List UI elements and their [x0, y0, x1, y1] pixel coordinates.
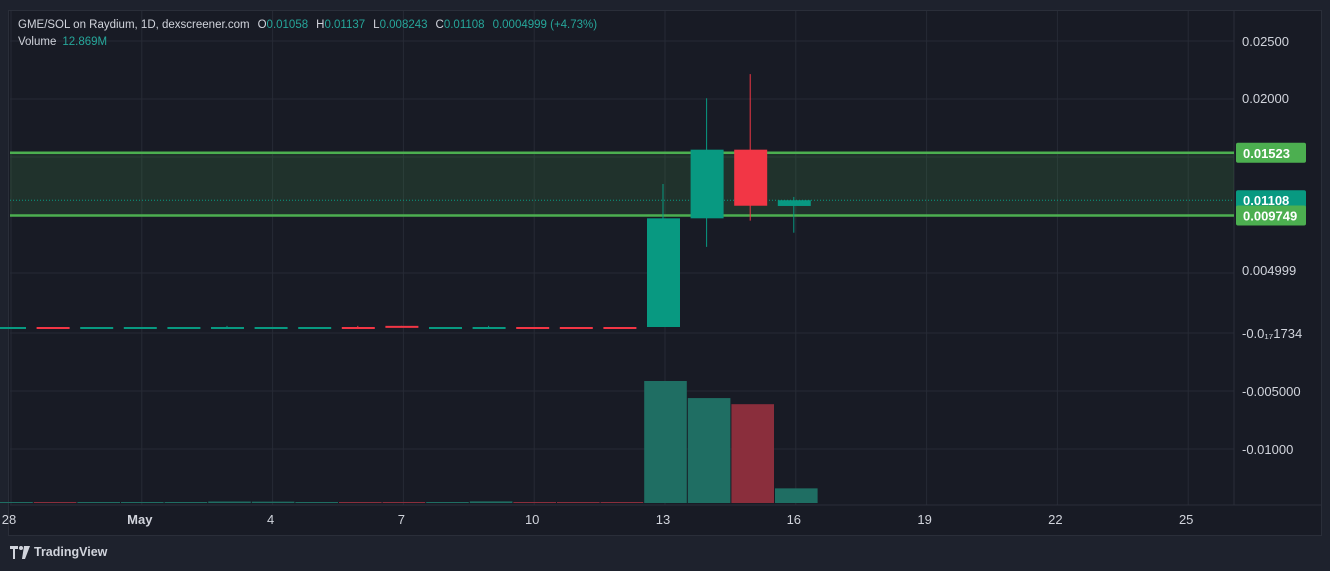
chart-legend: GME/SOL on Raydium, 1D, dexscreener.com … — [18, 17, 597, 51]
candle-body-11[interactable] — [472, 327, 506, 329]
candle-body-10[interactable] — [429, 327, 462, 329]
volume-bar-17 — [731, 404, 774, 503]
volume-bar-13 — [557, 502, 600, 503]
candle-body-6[interactable] — [254, 327, 288, 329]
time-tick-4: 10 — [525, 512, 539, 527]
volume-bar-15 — [644, 381, 687, 503]
zone-bottom-tag: 0.009749 — [1243, 208, 1297, 223]
footer-branding[interactable]: TradingView — [10, 545, 107, 559]
volume-bar-14 — [600, 502, 644, 503]
candle-body-14[interactable] — [603, 327, 637, 329]
close-label: C — [435, 19, 444, 31]
low-value: 0.008243 — [379, 19, 428, 31]
time-tick-1: May — [127, 512, 153, 527]
time-tick-2: 4 — [267, 512, 274, 527]
candle-body-3[interactable] — [123, 327, 157, 329]
high-value: 0.01137 — [324, 19, 366, 31]
volume-bar-18 — [775, 488, 818, 503]
candle-body-15[interactable] — [647, 218, 680, 327]
price-tick-2: 0.004999 — [1242, 263, 1296, 278]
volume-bar-12 — [513, 502, 556, 503]
volume-bar-4 — [164, 502, 208, 503]
volume-bar-7 — [295, 502, 338, 503]
candle-body-18[interactable] — [777, 200, 811, 206]
symbol-title[interactable]: GME/SOL on Raydium, 1D, dexscreener.com — [18, 17, 250, 34]
price-axis[interactable]: 0.02500 0.02000 0.004999 -0.0₁₇1734 -0.00500… — [1242, 34, 1302, 457]
open-value: 0.01058 — [266, 19, 309, 31]
volume-bar-0 — [0, 502, 33, 503]
candle-body-13[interactable] — [559, 327, 593, 329]
change-value: 0.0004999 (+4.73%) — [492, 19, 598, 31]
candle-body-4[interactable] — [167, 327, 201, 329]
time-tick-6: 16 — [787, 512, 801, 527]
candle-body-1[interactable] — [36, 327, 70, 329]
candle-body-16[interactable] — [690, 149, 724, 219]
volume-bar-16 — [687, 398, 731, 503]
time-tick-7: 19 — [917, 512, 931, 527]
volume-label: Volume — [18, 36, 57, 48]
candle-body-7[interactable] — [298, 327, 332, 329]
close-value: 0.01108 — [443, 19, 485, 31]
volume-value: 12.869M — [62, 36, 108, 48]
time-tick-0: 28 — [2, 512, 16, 527]
volume-bar-3 — [121, 502, 164, 503]
candle-body-0[interactable] — [0, 327, 26, 329]
time-tick-9: 25 — [1179, 512, 1193, 527]
volume-bar-1 — [33, 502, 77, 503]
price-tags: 0.015230.011080.009749 — [1236, 142, 1306, 226]
brand-name: TradingView — [34, 545, 108, 559]
candle-body-5[interactable] — [211, 327, 244, 329]
volume-bar-2 — [77, 502, 120, 503]
candle-body-2[interactable] — [80, 327, 114, 329]
volume-bar-11 — [469, 501, 513, 503]
volume-bar-10 — [426, 502, 469, 503]
price-tick-low-1: -0.005000 — [1242, 384, 1301, 399]
candle-body-8[interactable] — [341, 327, 375, 329]
open-label: O — [257, 19, 267, 31]
price-tick-low-2: -0.01000 — [1242, 442, 1293, 457]
time-axis[interactable]: 28 May 4 7 10 13 16 19 22 25 — [2, 512, 1194, 527]
zone-layer — [10, 151, 1234, 217]
candle-body-9[interactable] — [385, 325, 419, 328]
candle-body-17[interactable] — [734, 149, 768, 206]
support-resistance-zone[interactable] — [10, 152, 1234, 216]
time-tick-8: 22 — [1048, 512, 1062, 527]
volume-bar-6 — [251, 501, 295, 503]
time-tick-5: 13 — [656, 512, 670, 527]
zone-top-tag: 0.01523 — [1243, 146, 1290, 161]
volume-bar-8 — [339, 502, 382, 503]
volume-layer — [0, 381, 818, 503]
volume-bar-9 — [382, 502, 426, 503]
volume-bar-5 — [208, 501, 251, 503]
tradingview-logo-icon — [10, 545, 30, 559]
price-tick-low-0: -0.0₁₇1734 — [1242, 326, 1302, 341]
chart-canvas[interactable]: 0.02500 0.02000 0.004999 -0.0₁₇1734 -0.00500… — [0, 0, 1330, 571]
price-tick-0: 0.02500 — [1242, 34, 1289, 49]
time-tick-3: 7 — [398, 512, 405, 527]
high-label: H — [316, 19, 325, 31]
price-tick-1: 0.02000 — [1242, 91, 1289, 106]
candle-body-12[interactable] — [516, 327, 550, 329]
